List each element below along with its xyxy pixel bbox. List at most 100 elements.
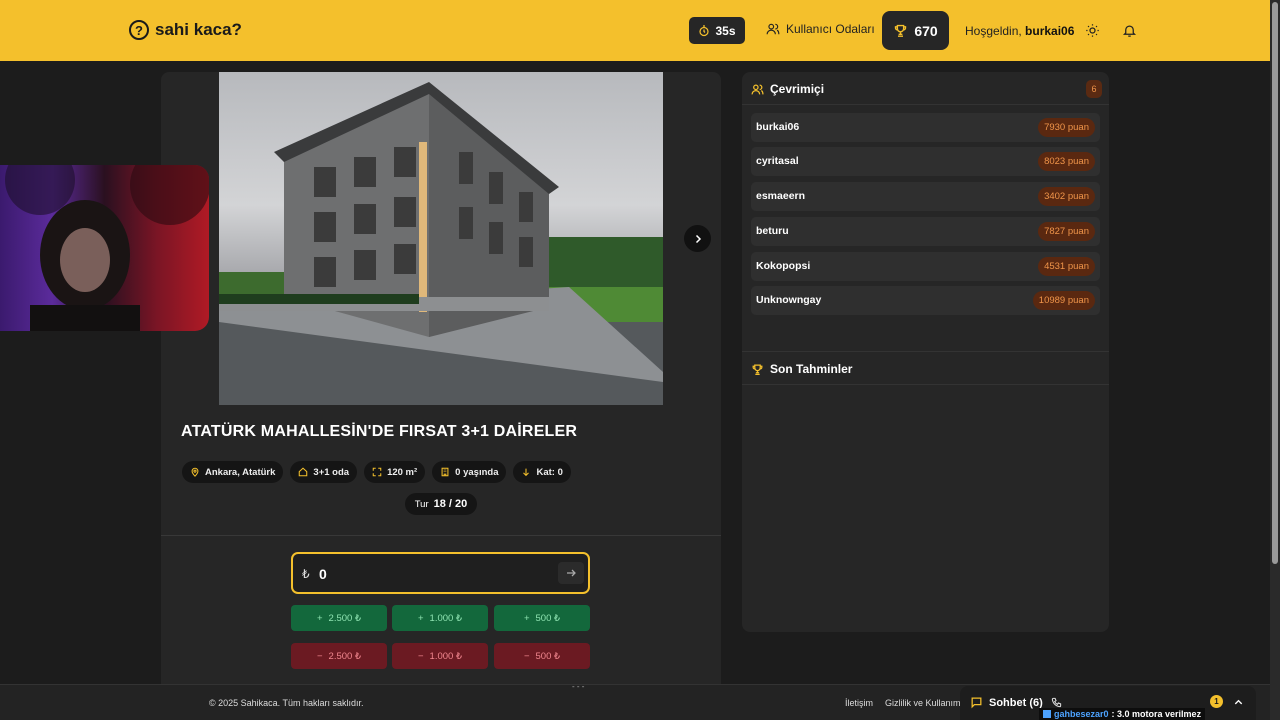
online-header: Çevrimiçi — [751, 82, 824, 96]
theme-toggle-button[interactable] — [1083, 21, 1101, 39]
panel-divider — [161, 535, 721, 536]
online-user-name: beturu — [756, 225, 789, 237]
online-user-row[interactable]: esmaeern 3402 puan — [751, 182, 1100, 211]
subtract-1000-button[interactable]: − 1.000 ₺ — [392, 643, 488, 669]
round-indicator: Tur 18 / 20 — [405, 493, 477, 515]
users-icon — [751, 84, 764, 94]
welcome-prefix: Hoşgeldin, — [965, 24, 1022, 38]
welcome-text: Hoşgeldin, burkai06 — [965, 24, 1074, 38]
online-user-name: cyritasal — [756, 155, 799, 167]
user-avatar-icon — [1043, 710, 1051, 718]
listing-features: Ankara, Atatürk 3+1 oda 120 m² 0 yaşında… — [182, 461, 571, 483]
round-label: Tur — [414, 498, 429, 510]
plus-icon: + — [523, 612, 530, 624]
bell-icon — [1122, 25, 1136, 37]
stopwatch-icon — [699, 24, 710, 36]
recent-guesses-title: Son Tahminler — [770, 362, 853, 376]
building-age-icon — [441, 467, 449, 477]
timer-value: 35s — [715, 23, 736, 38]
chevron-up-icon[interactable] — [1233, 697, 1244, 708]
recent-section-divider — [742, 351, 1109, 352]
notifications-button[interactable] — [1120, 21, 1138, 39]
rooms-label: Kullanıcı Odaları — [786, 22, 875, 36]
house-icon — [299, 467, 308, 477]
subtract-500-label: 500 ₺ — [535, 650, 561, 662]
chat-bubble-icon — [971, 697, 982, 709]
chat-unread-badge: 1 — [1210, 695, 1223, 708]
clipped-text-fragment: - - - — [572, 682, 585, 691]
next-photo-button[interactable] — [684, 225, 711, 252]
floor-label: Kat: 0 — [536, 466, 563, 478]
add-500-button[interactable]: + 500 ₺ — [494, 605, 590, 631]
online-user-name: Kokopopsi — [756, 260, 811, 272]
online-user-points: 7827 puan — [1038, 222, 1095, 241]
online-count-badge: 6 — [1086, 80, 1102, 98]
online-user-row[interactable]: Kokopopsi 4531 puan — [751, 252, 1100, 281]
rooms-chip: 3+1 oda — [290, 461, 358, 483]
welcome-username[interactable]: burkai06 — [1025, 24, 1074, 38]
online-user-row[interactable]: beturu 7827 puan — [751, 217, 1100, 246]
location-pin-icon — [191, 467, 199, 477]
listing-title: ATATÜRK MAHALLESİN'DE FIRSAT 3+1 DAİRELE… — [181, 423, 578, 440]
online-user-points: 4531 puan — [1038, 257, 1095, 276]
sun-icon — [1085, 23, 1099, 37]
subtract-500-button[interactable]: − 500 ₺ — [494, 643, 590, 669]
location-label: Ankara, Atatürk — [205, 466, 276, 478]
online-header-divider — [742, 104, 1109, 105]
add-1000-button[interactable]: + 1.000 ₺ — [392, 605, 488, 631]
area-chip: 120 m² — [364, 461, 426, 483]
chat-label: Sohbet (6) — [989, 696, 1043, 709]
privacy-link[interactable]: Gizlilik ve Kullanım — [885, 698, 960, 708]
online-user-name: burkai06 — [756, 121, 800, 133]
rooms-count-label: 3+1 oda — [313, 466, 350, 478]
online-user-points: 7930 puan — [1038, 118, 1095, 137]
users-icon — [766, 23, 780, 35]
phone-icon[interactable] — [1051, 697, 1062, 708]
trophy-icon — [752, 364, 763, 375]
round-value: 18 / 20 — [433, 498, 468, 510]
online-title: Çevrimiçi — [770, 82, 825, 96]
area-expand-icon — [372, 467, 382, 477]
age-label: 0 yaşında — [455, 466, 499, 478]
chat-message-sender: gahbesezar0 — [1054, 709, 1109, 719]
area-label: 120 m² — [387, 466, 418, 478]
submit-guess-button[interactable] — [558, 562, 584, 584]
score-button[interactable]: 670 — [882, 11, 949, 50]
floor-chip: Kat: 0 — [513, 461, 571, 483]
user-rooms-link[interactable]: Kullanıcı Odaları — [766, 22, 875, 36]
chat-toggle[interactable]: Sohbet (6) — [970, 696, 1043, 709]
chat-message-text: : 3.0 motora verilmez — [1111, 709, 1202, 719]
add-500-label: 500 ₺ — [535, 612, 561, 624]
minus-icon: − — [316, 650, 323, 662]
recent-header-divider — [742, 384, 1109, 385]
question-mark-icon: ? — [129, 20, 149, 40]
online-user-points: 8023 puan — [1038, 152, 1095, 171]
minus-icon: − — [417, 650, 424, 662]
logo-text: sahi kaca? — [155, 20, 242, 39]
age-chip: 0 yaşında — [432, 461, 507, 483]
minus-icon: − — [523, 650, 530, 662]
site-logo[interactable]: ? sahi kaca? — [129, 20, 242, 40]
subtract-2500-label: 2.500 ₺ — [328, 650, 362, 662]
webcam-overlay — [0, 165, 209, 331]
online-user-points: 10989 puan — [1032, 291, 1095, 310]
price-guess-input[interactable] — [319, 563, 539, 585]
price-guess-field[interactable]: ₺ — [291, 552, 590, 594]
listing-photo — [219, 72, 663, 405]
online-user-row[interactable]: cyritasal 8023 puan — [751, 147, 1100, 176]
subtract-2500-button[interactable]: − 2.500 ₺ — [291, 643, 387, 669]
chevron-right-icon — [695, 234, 701, 243]
chat-latest-message: gahbesezar0 : 3.0 motora verilmez — [1039, 708, 1206, 720]
plus-icon: + — [316, 612, 323, 624]
subtract-1000-label: 1.000 ₺ — [429, 650, 463, 662]
round-timer: 35s — [689, 17, 745, 44]
recent-guesses-header: Son Tahminler — [751, 362, 852, 376]
location-chip: Ankara, Atatürk — [182, 461, 284, 483]
page-scrollbar[interactable] — [1270, 0, 1280, 720]
online-user-row[interactable]: burkai06 7930 puan — [751, 113, 1100, 142]
add-2500-button[interactable]: + 2.500 ₺ — [291, 605, 387, 631]
contact-link[interactable]: İletişim — [845, 698, 873, 708]
online-user-row[interactable]: Unknowngay 10989 puan — [751, 286, 1100, 315]
scrollbar-thumb[interactable] — [1272, 2, 1278, 564]
add-2500-label: 2.500 ₺ — [328, 612, 362, 624]
